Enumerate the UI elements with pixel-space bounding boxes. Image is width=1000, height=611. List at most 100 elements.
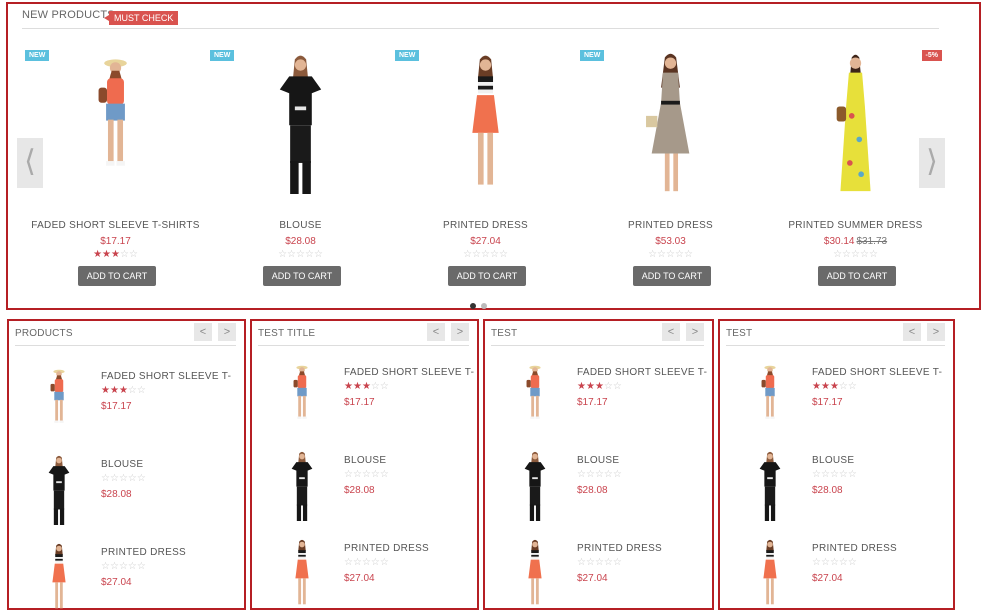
title-divider (258, 345, 469, 346)
product-image[interactable] (393, 44, 578, 214)
new-products-panel: NEW PRODUCTS MUST CHECK ⟨ ⟩ NEW FADED SHO… (6, 2, 981, 310)
product-name[interactable]: PRINTED DRESS (101, 547, 186, 558)
product-photo[interactable] (740, 361, 800, 441)
mini-product-panel: TEST < > FADED SHORT SLEEVE T- ★★★☆☆ $17.17 BL… (718, 319, 955, 610)
product-image[interactable] (578, 44, 763, 214)
chevron-left-icon[interactable]: < (194, 323, 212, 341)
star-empty-icon: ☆ (847, 557, 857, 568)
product-thumbnail[interactable] (505, 449, 565, 529)
section-title: NEW PRODUCTS (22, 9, 115, 21)
add-to-cart-button[interactable]: ADD TO CART (818, 266, 896, 286)
star-empty-icon: ☆ (648, 249, 658, 260)
add-to-cart-button[interactable]: ADD TO CART (78, 266, 156, 286)
product-photo[interactable] (23, 50, 208, 210)
product-name[interactable]: FADED SHORT SLEEVE T- (101, 371, 231, 382)
product-thumbnail[interactable] (272, 449, 332, 529)
product-photo[interactable] (272, 537, 332, 611)
star-filled-icon: ★ (102, 249, 112, 260)
star-empty-icon: ☆ (812, 469, 821, 480)
product-name[interactable]: BLOUSE (577, 455, 619, 466)
product-photo[interactable] (740, 449, 800, 529)
product-price: $28.08 (344, 485, 375, 496)
product-image[interactable] (763, 44, 948, 214)
list-item: BLOUSE ☆☆☆☆☆ $28.08 (252, 449, 477, 539)
must-check-badge: MUST CHECK (103, 11, 179, 25)
star-rating: ★★★☆☆ (101, 385, 146, 396)
product-photo[interactable] (505, 361, 565, 441)
chevron-right-icon[interactable]: > (927, 323, 945, 341)
product-photo[interactable] (272, 361, 332, 441)
product-name[interactable]: BLOUSE (812, 455, 854, 466)
product-thumbnail[interactable] (740, 361, 800, 441)
product-photo[interactable] (578, 50, 763, 210)
star-empty-icon: ☆ (136, 561, 146, 572)
product-price: $30.14 $31.73 (763, 236, 948, 247)
add-to-cart-button[interactable]: ADD TO CART (633, 266, 711, 286)
title-divider (15, 345, 236, 346)
add-to-cart-button[interactable]: ADD TO CART (263, 266, 341, 286)
product-price: $17.17 (23, 236, 208, 247)
product-name[interactable]: PRINTED DRESS (578, 220, 763, 231)
product-name[interactable]: PRINTED SUMMER DRESS (763, 220, 948, 231)
chevron-right-icon[interactable]: > (218, 323, 236, 341)
product-thumbnail[interactable] (29, 541, 89, 611)
product-name[interactable]: PRINTED DRESS (577, 543, 662, 554)
product-name[interactable]: FADED SHORT SLEEVE T-SHIRTS (23, 220, 208, 231)
product-photo[interactable] (208, 50, 393, 210)
rating-stars: ☆☆☆☆☆ (393, 249, 578, 260)
product-name[interactable]: FADED SHORT SLEEVE T- (812, 367, 942, 378)
list-item: PRINTED DRESS ☆☆☆☆☆ $27.04 (9, 541, 244, 611)
product-thumbnail[interactable] (272, 537, 332, 611)
product-name[interactable]: FADED SHORT SLEEVE T- (344, 367, 474, 378)
chevron-left-icon[interactable]: < (903, 323, 921, 341)
chevron-left-icon[interactable]: < (662, 323, 680, 341)
product-photo[interactable] (740, 537, 800, 611)
chevron-left-icon[interactable]: < (427, 323, 445, 341)
product-photo[interactable] (763, 50, 948, 210)
product-photo[interactable] (505, 449, 565, 529)
star-filled-icon: ★ (352, 381, 362, 392)
product-name[interactable]: BLOUSE (101, 459, 143, 470)
product-thumbnail[interactable] (29, 453, 89, 533)
product-name[interactable]: FADED SHORT SLEEVE T- (577, 367, 707, 378)
product-thumbnail[interactable] (505, 361, 565, 441)
product-name[interactable]: PRINTED DRESS (812, 543, 897, 554)
product-thumbnail[interactable] (740, 449, 800, 529)
product-name[interactable]: BLOUSE (208, 220, 393, 231)
product-photo[interactable] (29, 365, 89, 445)
product-photo[interactable] (29, 541, 89, 611)
star-empty-icon: ☆ (847, 381, 857, 392)
star-filled-icon: ★ (812, 381, 821, 392)
star-empty-icon: ☆ (379, 557, 389, 568)
star-empty-icon: ☆ (820, 469, 830, 480)
star-rating: ★★★☆☆ (344, 381, 389, 392)
product-name[interactable]: PRINTED DRESS (344, 543, 429, 554)
product-thumbnail[interactable] (505, 537, 565, 611)
product-image[interactable] (23, 44, 208, 214)
product-photo[interactable] (505, 537, 565, 611)
product-thumbnail[interactable] (272, 361, 332, 441)
product-card: NEW FADED SHORT SLEEVE T-SHIRTS $17.17 ★★★☆… (23, 44, 208, 294)
product-photo[interactable] (29, 453, 89, 533)
chevron-right-icon[interactable]: > (451, 323, 469, 341)
star-empty-icon: ☆ (379, 381, 389, 392)
old-price: $31.73 (856, 236, 888, 247)
product-photo[interactable] (272, 449, 332, 529)
mini-product-panel: TEST TITLE < > FADED SHORT SLEEVE T- ★★★☆☆ $1… (250, 319, 479, 610)
product-name[interactable]: BLOUSE (344, 455, 386, 466)
product-price: $17.17 (344, 397, 375, 408)
product-photo[interactable] (393, 50, 578, 210)
star-filled-icon: ★ (344, 381, 353, 392)
panel-title: PRODUCTS (15, 328, 73, 339)
pagination-dot-2[interactable] (481, 303, 487, 309)
pagination-dot-1[interactable] (470, 303, 476, 309)
product-image[interactable] (208, 44, 393, 214)
product-thumbnail[interactable] (29, 365, 89, 445)
star-empty-icon: ☆ (481, 249, 490, 260)
chevron-right-icon[interactable]: > (686, 323, 704, 341)
list-item: PRINTED DRESS ☆☆☆☆☆ $27.04 (720, 537, 953, 611)
product-thumbnail[interactable] (740, 537, 800, 611)
add-to-cart-button[interactable]: ADD TO CART (448, 266, 526, 286)
star-empty-icon: ☆ (603, 557, 613, 568)
product-name[interactable]: PRINTED DRESS (393, 220, 578, 231)
